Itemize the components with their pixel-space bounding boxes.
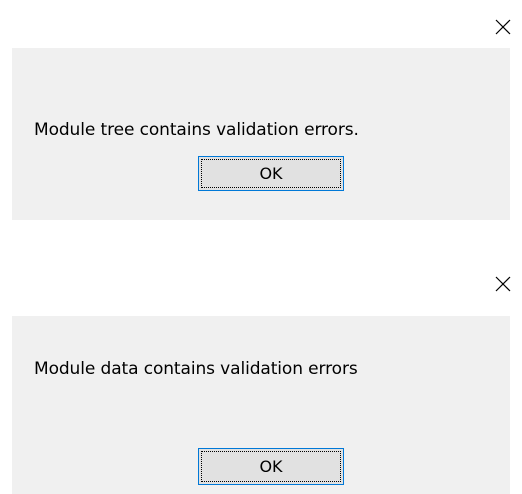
title-bar bbox=[0, 257, 522, 305]
dialog-content: Module data contains validation errors O… bbox=[12, 316, 510, 494]
close-button[interactable] bbox=[494, 275, 512, 293]
dialog-message: Module tree contains validation errors. bbox=[34, 120, 359, 140]
ok-button-label: OK bbox=[259, 164, 283, 183]
ok-button[interactable]: OK bbox=[198, 448, 344, 485]
close-icon bbox=[495, 19, 511, 35]
message-dialog: Module data contains validation errors O… bbox=[0, 257, 522, 494]
title-bar bbox=[0, 0, 522, 48]
ok-button[interactable]: OK bbox=[198, 156, 344, 191]
close-icon bbox=[495, 276, 511, 292]
message-dialog: Module tree contains validation errors. … bbox=[0, 0, 522, 220]
dialog-message: Module data contains validation errors bbox=[34, 359, 358, 379]
ok-button-label: OK bbox=[259, 457, 283, 476]
close-button[interactable] bbox=[494, 18, 512, 36]
dialog-content: Module tree contains validation errors. … bbox=[12, 48, 510, 220]
